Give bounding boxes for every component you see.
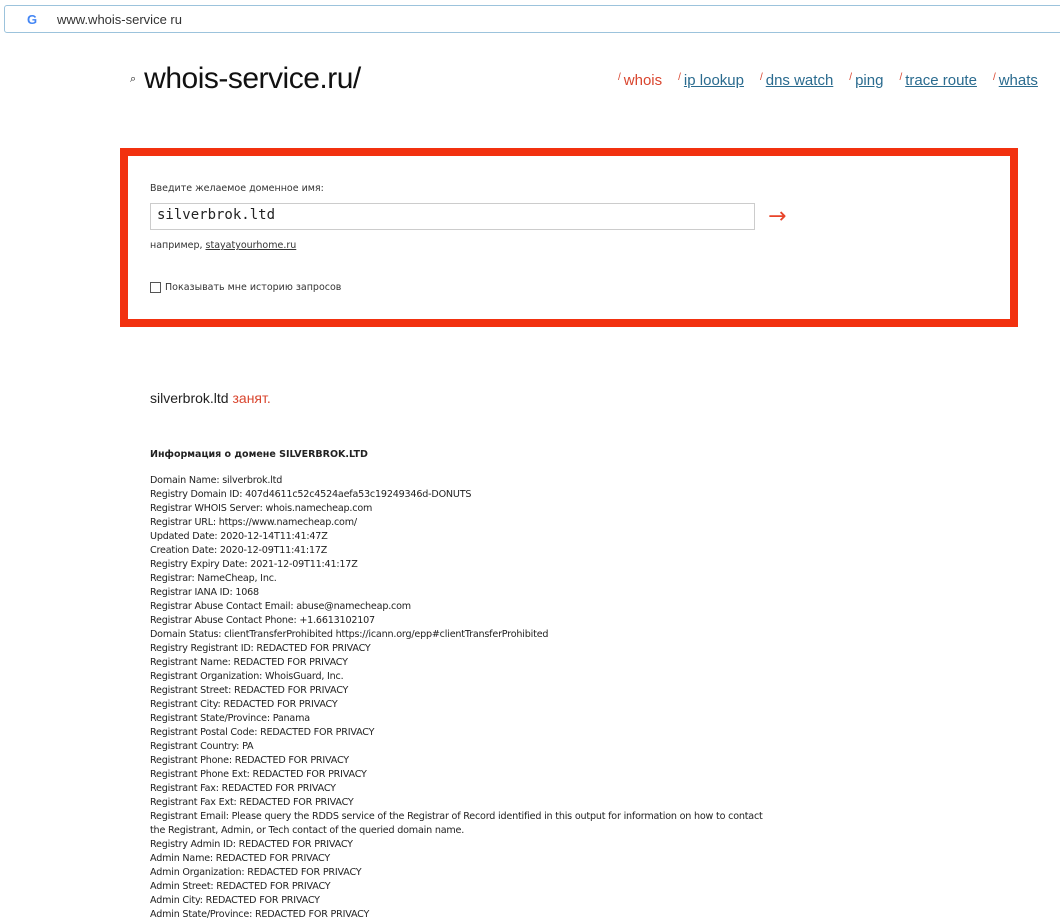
domain-status: silverbrok.ltd занят. bbox=[150, 390, 271, 406]
whois-line: Registrant Organization: WhoisGuard, Inc… bbox=[150, 671, 344, 682]
whois-line: Registrant Email: Please query the RDDS … bbox=[150, 811, 766, 836]
example-link[interactable]: stayatyourhome.ru bbox=[206, 240, 297, 251]
info-title: Информация о домене SILVERBROK.LTD bbox=[150, 449, 368, 460]
nav-item-ip-lookup[interactable]: / ip lookup bbox=[678, 72, 744, 89]
whois-line: Registrar Abuse Contact Phone: +1.661310… bbox=[150, 615, 375, 626]
nav-item-whois[interactable]: / whois bbox=[618, 72, 662, 89]
whois-line: Registrant Fax Ext: REDACTED FOR PRIVACY bbox=[150, 797, 354, 808]
whois-line: Registrant City: REDACTED FOR PRIVACY bbox=[150, 699, 338, 710]
search-form: Введите желаемое доменное имя: silverbro… bbox=[120, 148, 1018, 327]
nav-link[interactable]: whois bbox=[624, 72, 662, 89]
google-icon: G bbox=[27, 11, 38, 27]
whois-line: Registrant Phone Ext: REDACTED FOR PRIVA… bbox=[150, 769, 367, 780]
result-domain: silverbrok.ltd bbox=[150, 390, 229, 406]
whois-line: Admin Street: REDACTED FOR PRIVACY bbox=[150, 881, 331, 892]
whois-line: Creation Date: 2020-12-09T11:41:17Z bbox=[150, 545, 328, 556]
nav-item-dns-watch[interactable]: / dns watch bbox=[760, 72, 833, 89]
slash-icon: / bbox=[678, 72, 681, 83]
whois-line: Registrar: NameCheap, Inc. bbox=[150, 573, 277, 584]
nav-link[interactable]: ip lookup bbox=[684, 72, 744, 89]
whois-line: Registry Admin ID: REDACTED FOR PRIVACY bbox=[150, 839, 353, 850]
slash-icon: / bbox=[849, 72, 853, 83]
history-label: Показывать мне историю запросов bbox=[165, 282, 342, 293]
nav-item-trace-route[interactable]: / trace route bbox=[899, 72, 977, 89]
main-nav: / whois / ip lookup / dns watch / ping / trace ro… bbox=[618, 72, 1038, 89]
nav-item-whats[interactable]: / whats bbox=[993, 72, 1038, 89]
whois-line: Admin Name: REDACTED FOR PRIVACY bbox=[150, 853, 331, 864]
whois-line: Registry Registrant ID: REDACTED FOR PRI… bbox=[150, 643, 371, 654]
site-title[interactable]: whois-service.ru/ bbox=[144, 62, 361, 96]
whois-line: Registrar IANA ID: 1068 bbox=[150, 587, 259, 598]
url-text[interactable]: www.whois-service ru bbox=[57, 12, 182, 27]
whois-line: Updated Date: 2020-12-14T11:41:47Z bbox=[150, 531, 328, 542]
whois-line: Registrant Country: PA bbox=[150, 741, 254, 752]
nav-item-ping[interactable]: / ping bbox=[849, 72, 883, 89]
whois-line: Registrant State/Province: Panama bbox=[150, 713, 310, 724]
whois-line: Domain Name: silverbrok.ltd bbox=[150, 475, 283, 486]
whois-record: Domain Name: silverbrok.ltd Registry Doma… bbox=[150, 474, 770, 922]
slash-icon: / bbox=[618, 72, 621, 83]
slash-icon: / bbox=[759, 72, 763, 83]
status-badge: занят. bbox=[232, 390, 271, 406]
whois-line: Registrant Name: REDACTED FOR PRIVACY bbox=[150, 657, 348, 668]
example-prefix: например, bbox=[150, 240, 206, 251]
whois-line: Registrar WHOIS Server: whois.namecheap.… bbox=[150, 503, 373, 514]
whois-line: Registrant Phone: REDACTED FOR PRIVACY bbox=[150, 755, 349, 766]
nav-link[interactable]: trace route bbox=[905, 72, 977, 89]
example-text: например, stayatyourhome.ru bbox=[150, 240, 296, 251]
slash-icon: / bbox=[899, 72, 903, 83]
whois-line: Registry Expiry Date: 2021-12-09T11:41:1… bbox=[150, 559, 358, 570]
whois-line: Registry Domain ID: 407d4611c52c4524aefa… bbox=[150, 489, 472, 500]
domain-label: Введите желаемое доменное имя: bbox=[150, 183, 324, 194]
whois-line: Registrar URL: https://www.namecheap.com… bbox=[150, 517, 357, 528]
search-icon: ⌕ bbox=[130, 72, 137, 85]
whois-line: Registrant Fax: REDACTED FOR PRIVACY bbox=[150, 783, 336, 794]
whois-line: Registrar Abuse Contact Email: abuse@nam… bbox=[150, 601, 411, 612]
site-logo[interactable]: ⌕ whois-service.ru/ bbox=[130, 62, 361, 96]
domain-input[interactable]: silverbrok.ltd bbox=[150, 203, 755, 230]
nav-link[interactable]: ping bbox=[855, 72, 883, 89]
history-checkbox[interactable]: Показывать мне историю запросов bbox=[150, 282, 341, 293]
submit-arrow-icon[interactable]: → bbox=[768, 204, 786, 229]
whois-line: Domain Status: clientTransferProhibited … bbox=[150, 629, 549, 640]
checkbox-icon[interactable] bbox=[150, 282, 161, 293]
whois-line: Admin Organization: REDACTED FOR PRIVACY bbox=[150, 867, 362, 878]
whois-line: Admin City: REDACTED FOR PRIVACY bbox=[150, 895, 320, 906]
whois-line: Registrant Postal Code: REDACTED FOR PRI… bbox=[150, 727, 375, 738]
address-bar[interactable]: G www.whois-service ru bbox=[4, 5, 1060, 33]
nav-link[interactable]: whats bbox=[999, 72, 1038, 89]
whois-line: Admin State/Province: REDACTED FOR PRIVA… bbox=[150, 909, 370, 920]
nav-link[interactable]: dns watch bbox=[766, 72, 834, 89]
slash-icon: / bbox=[992, 72, 996, 83]
whois-line: Registrant Street: REDACTED FOR PRIVACY bbox=[150, 685, 349, 696]
